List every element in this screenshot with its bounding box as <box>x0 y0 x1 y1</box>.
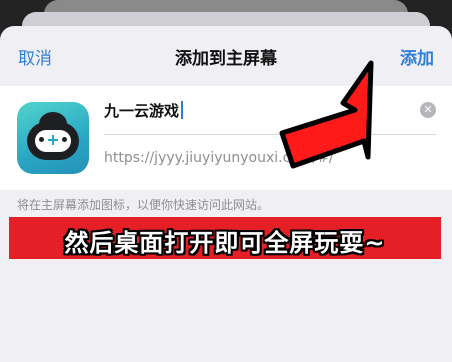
arrow-pointer-icon <box>279 60 374 169</box>
